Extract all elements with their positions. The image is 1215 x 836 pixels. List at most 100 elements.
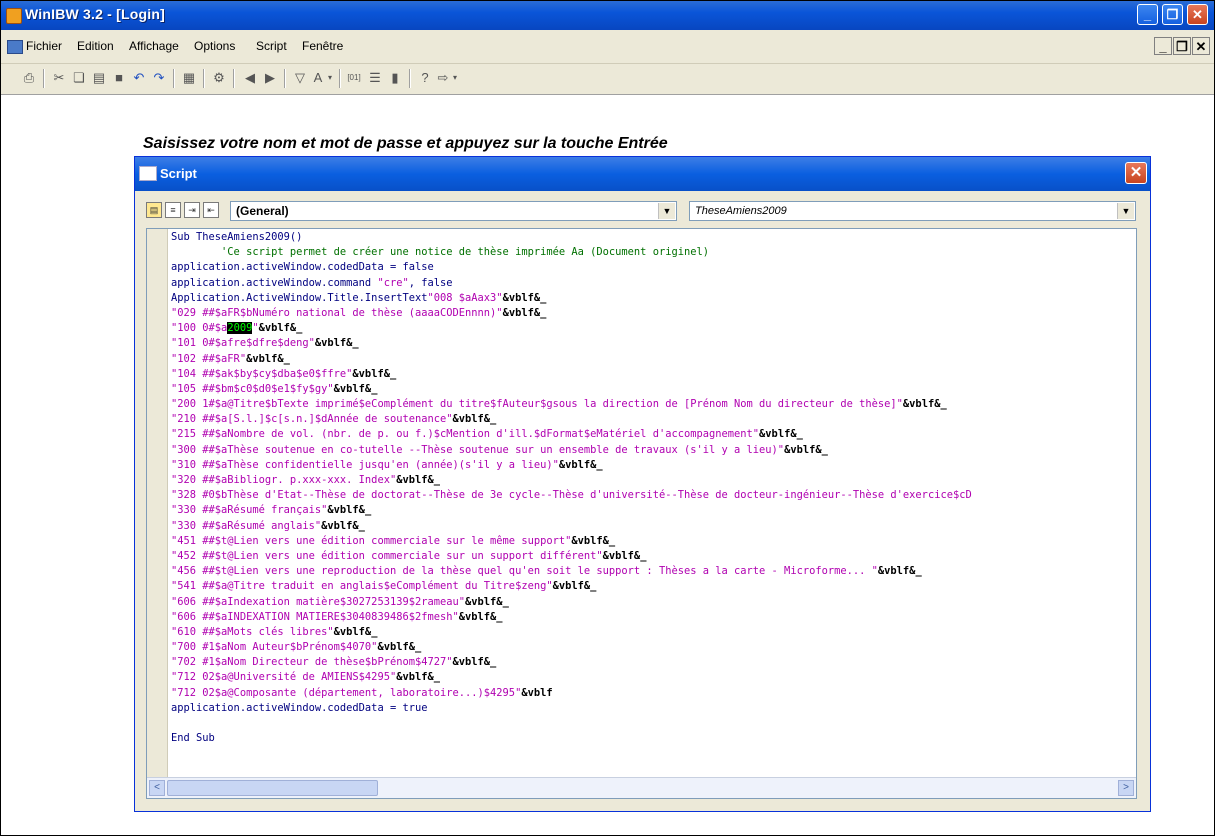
code-token: "610 ##$aMots clés libres" — [171, 625, 334, 638]
code-line[interactable]: "310 ##$aThèse confidentielle jusqu'en (… — [171, 458, 1136, 473]
menu-fenetre[interactable]: Fenêtre — [302, 39, 343, 53]
page-icon[interactable]: ▦ — [181, 70, 197, 86]
code-token: &vblf&_ — [246, 352, 290, 365]
code-line[interactable]: "452 ##$t@Lien vers une édition commerci… — [171, 549, 1136, 564]
code-line[interactable]: "606 ##$aIndexation matière$3027253139$2… — [171, 595, 1136, 610]
code-token: &vblf&_ — [333, 625, 378, 638]
menu-fichier[interactable]: Fichier — [26, 39, 62, 53]
horizontal-scrollbar[interactable]: < > — [147, 777, 1136, 798]
scroll-right-icon[interactable]: > — [1118, 780, 1134, 796]
format-icon[interactable]: A — [310, 70, 326, 86]
scroll-left-icon[interactable]: < — [149, 780, 165, 796]
code-token: "606 ##$aIndexation matière$3027253139$2… — [171, 595, 466, 608]
code-line[interactable]: "320 ##$aBibliogr. p.xxx-xxx. Index"&vbl… — [171, 473, 1136, 488]
code-line[interactable]: 'Ce script permet de créer une notice de… — [171, 245, 1136, 260]
code-line[interactable]: application.activeWindow.codedData = fal… — [171, 260, 1136, 275]
code-line[interactable]: "328 #0$bThèse d'Etat--Thèse de doctorat… — [171, 488, 1136, 503]
forward-icon[interactable]: ▶ — [262, 70, 278, 86]
code-token: "cre" — [377, 276, 409, 289]
copy-icon[interactable]: ❏ — [71, 70, 87, 86]
code-editor[interactable]: Sub TheseAmiens2009() 'Ce script permet … — [146, 228, 1137, 799]
object-combo[interactable]: (General) ▼ — [230, 201, 677, 221]
mdi-close-button[interactable]: ✕ — [1192, 37, 1210, 55]
code-line[interactable]: "200 1#$a@Titre$bTexte imprimé$eCompléme… — [171, 397, 1136, 412]
code-line[interactable]: "330 ##$aRésumé français"&vblf&_ — [171, 503, 1136, 518]
code-line[interactable]: "100 0#$a2009"&vblf&_ — [171, 321, 1136, 336]
redo-icon[interactable]: ↷ — [151, 70, 167, 86]
code-line[interactable]: "456 ##$t@Lien vers une reproduction de … — [171, 564, 1136, 579]
code-token: &vblf&_ — [258, 322, 303, 335]
mdi-minimize-button[interactable]: _ — [1154, 37, 1172, 55]
document-icon[interactable] — [7, 40, 23, 54]
title-bar[interactable]: WinIBW 3.2 - [Login] _ ❐ ✕ — [1, 1, 1214, 30]
scrollbar-thumb[interactable] — [167, 780, 378, 796]
list-icon[interactable]: ☰ — [367, 70, 383, 86]
code-token: "029 ##$aFR$bNuméro national de thèse (a… — [171, 306, 503, 319]
code-line[interactable]: "330 ##$aRésumé anglais"&vblf&_ — [171, 519, 1136, 534]
index-icon[interactable]: [01] — [346, 70, 362, 86]
code-line[interactable]: "101 0#$afre$dfre$deng"&vblf&_ — [171, 336, 1136, 351]
code-line[interactable]: "610 ##$aMots clés libres"&vblf&_ — [171, 625, 1136, 640]
dropdown-icon[interactable]: ▾ — [451, 70, 459, 86]
mdi-restore-button[interactable]: ❐ — [1173, 37, 1191, 55]
arrow-icon[interactable]: ⇨ — [435, 70, 451, 86]
outdent-icon[interactable]: ⇤ — [203, 202, 219, 218]
menu-options[interactable]: Options — [194, 39, 235, 53]
code-lines[interactable]: Sub TheseAmiens2009() 'Ce script permet … — [171, 230, 1136, 746]
filter-icon[interactable]: ▽ — [292, 70, 308, 86]
script-title-bar[interactable]: Script ✕ — [135, 157, 1150, 191]
paste-icon[interactable]: ▤ — [91, 70, 107, 86]
code-token: "451 ##$t@Lien vers une édition commerci… — [171, 534, 572, 547]
code-line[interactable]: "104 ##$ak$by$cy$dba$e0$ffre"&vblf&_ — [171, 367, 1136, 382]
code-line[interactable]: Sub TheseAmiens2009() — [171, 230, 1136, 245]
code-line[interactable]: "702 #1$aNom Directeur de thèse$bPrénom$… — [171, 655, 1136, 670]
gear-icon[interactable]: ⚙ — [211, 70, 227, 86]
help-icon[interactable]: ? — [417, 70, 433, 86]
code-line[interactable]: application.activeWindow.codedData = tru… — [171, 701, 1136, 716]
procedure-combo[interactable]: TheseAmiens2009 ▼ — [689, 201, 1136, 221]
code-line[interactable] — [171, 716, 1136, 731]
minimize-button[interactable]: _ — [1137, 4, 1158, 25]
code-line[interactable]: "215 ##$aNombre de vol. (nbr. de p. ou f… — [171, 427, 1136, 442]
code-line[interactable]: "210 ##$a[S.l.]$c[s.n.]$dAnnée de souten… — [171, 412, 1136, 427]
doc-icon[interactable]: ▮ — [387, 70, 403, 86]
indent-icon[interactable]: ⇥ — [184, 202, 200, 218]
chevron-down-icon[interactable]: ▼ — [658, 203, 675, 219]
back-icon[interactable]: ◀ — [242, 70, 258, 86]
code-line[interactable]: "700 #1$aNom Auteur$bPrénom$4070"&vblf&_ — [171, 640, 1136, 655]
code-line[interactable]: "451 ##$t@Lien vers une édition commerci… — [171, 534, 1136, 549]
menu-script[interactable]: Script — [256, 39, 287, 53]
code-token: "008 $aAax3" — [427, 291, 503, 304]
procedure-view-icon[interactable]: ≡ — [165, 202, 181, 218]
code-line[interactable]: End Sub — [171, 731, 1136, 746]
code-line[interactable]: "712 02$a@Composante (département, labor… — [171, 686, 1136, 701]
full-module-view-icon[interactable]: ▤ — [146, 202, 162, 218]
code-line[interactable]: "606 ##$aINDEXATION MATIERE$3040839486$2… — [171, 610, 1136, 625]
code-line[interactable]: application.activeWindow.command "cre", … — [171, 276, 1136, 291]
code-line[interactable]: "029 ##$aFR$bNuméro national de thèse (a… — [171, 306, 1136, 321]
menu-affichage[interactable]: Affichage — [129, 39, 179, 53]
chevron-down-icon[interactable]: ▼ — [1117, 203, 1134, 219]
cut-icon[interactable]: ✂ — [51, 70, 67, 86]
selected-text: 2009 — [227, 322, 253, 335]
toolbar-separator — [203, 69, 205, 88]
code-line[interactable]: "541 ##$a@Titre traduit en anglais$eComp… — [171, 579, 1136, 594]
code-token: "541 ##$a@Titre traduit en anglais$eComp… — [171, 580, 553, 593]
undo-icon[interactable]: ↶ — [131, 70, 147, 86]
code-line[interactable]: Application.ActiveWindow.Title.InsertTex… — [171, 291, 1136, 306]
toolbar-separator — [284, 69, 286, 88]
dropdown-icon[interactable]: ▾ — [326, 70, 334, 86]
save-icon[interactable]: ■ — [111, 70, 127, 86]
script-close-button[interactable]: ✕ — [1125, 162, 1147, 184]
code-line[interactable]: "300 ##$aThèse soutenue en co-tutelle --… — [171, 443, 1136, 458]
menu-edition[interactable]: Edition — [77, 39, 114, 53]
code-token: "210 ##$a[S.l.]$c[s.n.]$dAnnée de souten… — [171, 413, 453, 426]
code-line[interactable]: "105 ##$bm$c0$d0$e1$fy$gy"&vblf&_ — [171, 382, 1136, 397]
code-line[interactable]: "102 ##$aFR"&vblf&_ — [171, 352, 1136, 367]
restore-button[interactable]: ❐ — [1162, 4, 1183, 25]
code-token: Application.ActiveWindow.Title.InsertTex… — [171, 291, 428, 304]
toolbar-separator — [409, 69, 411, 88]
close-button[interactable]: ✕ — [1187, 4, 1208, 25]
print-icon[interactable]: ⎙ — [21, 70, 37, 86]
code-line[interactable]: "712 02$a@Université de AMIENS$4295"&vbl… — [171, 670, 1136, 685]
